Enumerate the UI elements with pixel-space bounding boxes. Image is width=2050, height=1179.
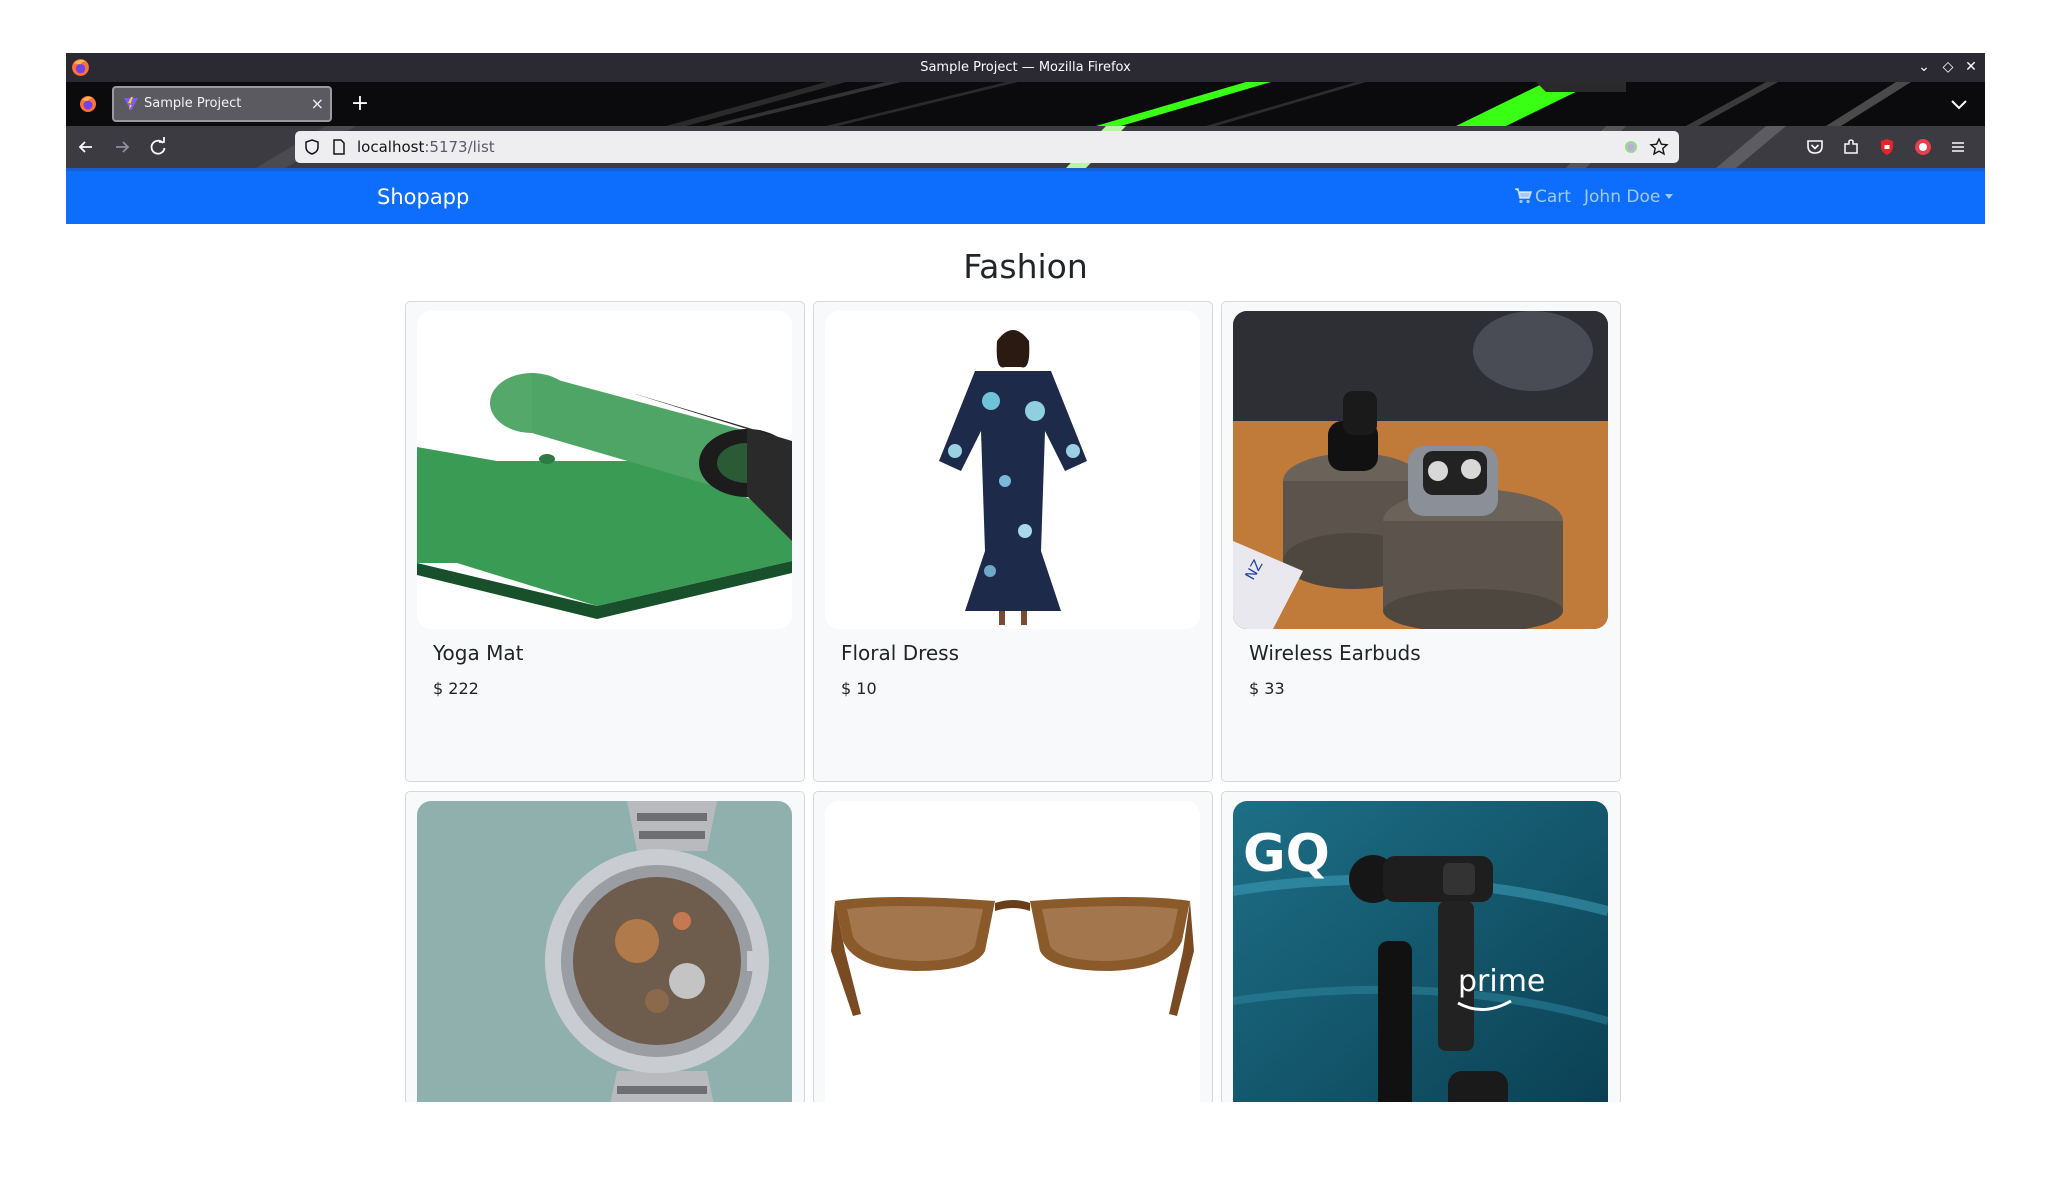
product-card[interactable]: NZ Wireless Earbuds $ 33 (1221, 301, 1621, 782)
shield-icon[interactable] (303, 138, 321, 156)
brand-link[interactable]: Shopapp (377, 171, 469, 224)
tab-label: Sample Project (144, 96, 242, 111)
app-navbar: Shopapp Cart John Doe (66, 168, 1985, 224)
product-image[interactable]: NZ (1233, 311, 1608, 629)
tab-sample-project[interactable]: Sample Project × (112, 86, 332, 122)
user-name: John Doe (1584, 187, 1661, 207)
pocket-icon[interactable] (1804, 136, 1826, 158)
reload-icon[interactable] (143, 132, 173, 162)
product-image[interactable] (417, 801, 792, 1102)
product-price: $ 222 (433, 679, 479, 698)
addon-icon[interactable] (1912, 136, 1934, 158)
product-price: $ 33 (1249, 679, 1285, 698)
product-card[interactable] (813, 791, 1213, 1102)
tab-close-icon[interactable]: × (311, 88, 324, 120)
extension-icon[interactable] (1623, 139, 1639, 155)
firefox-view-icon[interactable] (72, 88, 104, 120)
product-image[interactable] (825, 801, 1200, 1102)
forward-icon[interactable] (107, 132, 137, 162)
chevron-down-icon[interactable] (1945, 88, 1973, 120)
product-image[interactable] (417, 311, 792, 629)
product-image[interactable] (825, 311, 1200, 629)
product-card[interactable]: GQ prime (1221, 791, 1621, 1102)
menu-icon[interactable] (1947, 136, 1969, 158)
ublock-icon[interactable] (1876, 136, 1898, 158)
user-dropdown[interactable]: John Doe (1584, 171, 1674, 224)
page-icon[interactable] (331, 138, 347, 156)
ad-logo-gq: GQ (1243, 824, 1330, 884)
navigation-toolbar: localhost:5173/list (66, 126, 1985, 168)
tab-strip: Sample Project × + (66, 82, 1985, 126)
product-price: $ 10 (841, 679, 877, 698)
maximize-icon[interactable]: ◇ (1936, 53, 1960, 82)
cart-link[interactable]: Cart (1514, 171, 1571, 224)
product-card[interactable]: Floral Dress $ 10 (813, 301, 1213, 782)
back-icon[interactable] (71, 132, 101, 162)
window-title: Sample Project — Mozilla Firefox (920, 60, 1131, 75)
browser-window: Sample Project — Mozilla Firefox ⌄ ◇ ✕ S… (66, 53, 1985, 1102)
product-name[interactable]: Floral Dress (841, 641, 959, 665)
title-bar: Sample Project — Mozilla Firefox ⌄ ◇ ✕ (66, 53, 1985, 82)
product-card[interactable]: Yoga Mat $ 222 (405, 301, 805, 782)
ad-logo-prime: prime (1458, 964, 1545, 999)
page-title: Fashion (963, 247, 1088, 286)
product-name[interactable]: Yoga Mat (433, 641, 523, 665)
product-image[interactable]: GQ prime (1233, 801, 1608, 1102)
vite-icon (124, 97, 138, 111)
product-name[interactable]: Wireless Earbuds (1249, 641, 1421, 665)
url-text[interactable]: localhost:5173/list (357, 131, 495, 163)
new-tab-button[interactable]: + (344, 86, 376, 122)
close-icon[interactable]: ✕ (1959, 53, 1983, 82)
cart-icon (1515, 188, 1532, 204)
caret-down-icon (1665, 194, 1674, 199)
minimize-icon[interactable]: ⌄ (1912, 53, 1936, 82)
bookmark-star-icon[interactable] (1649, 137, 1669, 157)
extensions-icon[interactable] (1840, 136, 1862, 158)
cart-label: Cart (1535, 187, 1571, 207)
url-bar[interactable]: localhost:5173/list (295, 131, 1679, 163)
product-card[interactable] (405, 791, 805, 1102)
